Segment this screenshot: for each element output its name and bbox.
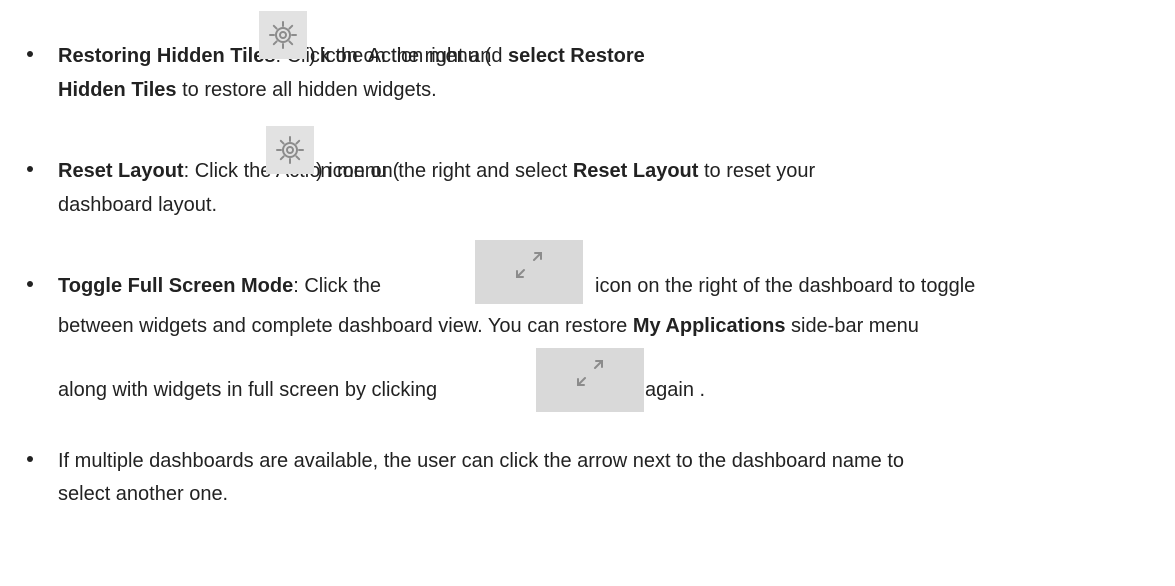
gear-icon — [259, 11, 307, 59]
bullet — [27, 456, 33, 462]
item-title: Toggle Full Screen Mode — [58, 275, 294, 297]
bullet — [27, 281, 33, 287]
expand-icon — [536, 348, 644, 412]
item-title: Reset Layout — [58, 160, 184, 182]
bullet — [27, 166, 33, 172]
item-title: Restoring Hidden Tiles — [58, 45, 276, 67]
bullet — [27, 51, 33, 57]
document: Restoring Hidden Tiles: Click the Action… — [0, 0, 1175, 586]
gear-icon — [266, 126, 314, 174]
expand-icon — [475, 240, 583, 304]
